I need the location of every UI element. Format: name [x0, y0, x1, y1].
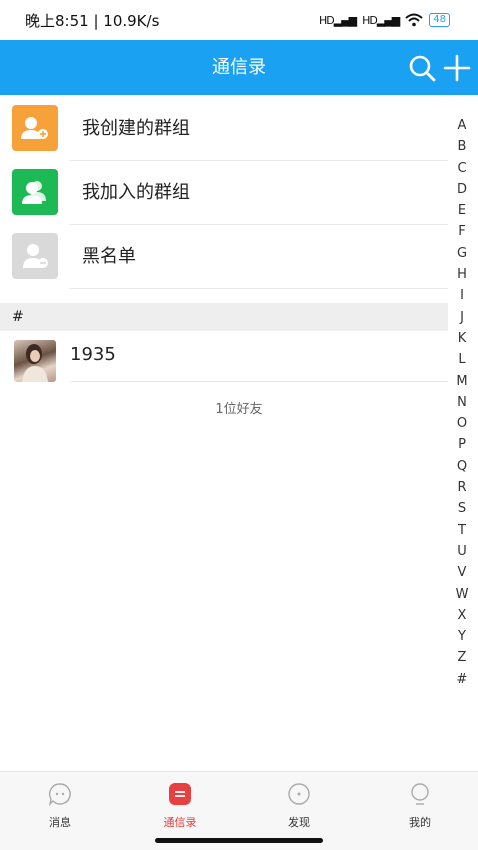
- status-icons: HD▂▄▆ HD▂▄▆ 48: [319, 13, 450, 27]
- index-letter[interactable]: A: [458, 118, 467, 134]
- tab-contacts[interactable]: 通信录: [140, 780, 220, 830]
- user-blocked-icon: [12, 233, 58, 279]
- contact-name: 1935: [70, 344, 116, 365]
- home-indicator: [155, 838, 323, 843]
- signal-icon: HD▂▄▆: [318, 13, 357, 27]
- my-created-groups-row[interactable]: 我创建的群组: [0, 97, 448, 161]
- index-letter[interactable]: W: [456, 587, 469, 603]
- status-bar: 晚上8:51 | 10.9K/s HD▂▄▆ HD▂▄▆ 48: [0, 0, 478, 40]
- search-icon[interactable]: [408, 54, 436, 82]
- index-letter[interactable]: N: [457, 395, 467, 411]
- index-letter[interactable]: Q: [457, 459, 467, 475]
- add-icon[interactable]: [443, 54, 471, 82]
- signal-icon-2: HD▂▄▆: [362, 13, 400, 27]
- tab-messages[interactable]: 消息: [20, 780, 100, 830]
- group-label: 我创建的群组: [82, 118, 190, 139]
- tab-label: 发现: [288, 816, 310, 829]
- app-header: 通信录: [0, 40, 478, 95]
- index-letter[interactable]: #: [457, 672, 468, 688]
- alphabet-index[interactable]: A B C D E F G H I J K L M N O P Q R S T U V W X Y Z #: [451, 118, 473, 688]
- discover-icon: [288, 783, 310, 805]
- friend-count: 1位好友: [215, 402, 263, 417]
- index-letter[interactable]: D: [457, 182, 467, 198]
- index-letter[interactable]: S: [458, 501, 466, 517]
- blacklist-row[interactable]: 黑名单: [0, 225, 448, 289]
- profile-icon: [411, 783, 429, 805]
- index-letter[interactable]: T: [458, 523, 466, 539]
- index-letter[interactable]: Y: [458, 629, 466, 645]
- chat-icon: [48, 783, 71, 806]
- tab-label: 消息: [49, 816, 71, 829]
- index-letter[interactable]: L: [458, 352, 465, 368]
- page-title: 通信录: [212, 57, 266, 78]
- battery-icon: 48: [429, 13, 450, 27]
- index-letter[interactable]: K: [458, 331, 467, 347]
- wifi-icon: [405, 13, 423, 27]
- tab-discover[interactable]: 发现: [259, 780, 339, 830]
- divider: [70, 381, 448, 382]
- contact-row[interactable]: 1935: [0, 332, 448, 382]
- index-letter[interactable]: X: [458, 608, 467, 624]
- index-letter[interactable]: C: [457, 161, 466, 177]
- contacts-icon: [169, 783, 191, 805]
- index-letter[interactable]: O: [457, 416, 467, 432]
- index-letter[interactable]: E: [458, 203, 466, 219]
- index-letter[interactable]: M: [456, 374, 467, 390]
- group-label: 黑名单: [82, 246, 136, 267]
- group-label: 我加入的群组: [82, 182, 190, 203]
- index-letter[interactable]: Z: [458, 650, 467, 666]
- group-add-icon: [12, 105, 58, 151]
- index-letter[interactable]: B: [458, 139, 467, 155]
- index-letter[interactable]: G: [457, 246, 467, 262]
- tab-label: 通信录: [163, 816, 197, 829]
- index-letter[interactable]: J: [460, 310, 464, 326]
- index-letter[interactable]: H: [457, 267, 467, 283]
- index-letter[interactable]: U: [457, 544, 467, 560]
- index-letter[interactable]: V: [458, 565, 467, 581]
- tab-profile[interactable]: 我的: [380, 780, 460, 830]
- index-letter[interactable]: I: [460, 288, 464, 304]
- section-header: #: [0, 303, 448, 331]
- index-letter[interactable]: F: [458, 224, 465, 240]
- tab-label: 我的: [409, 816, 431, 829]
- group-icon: [12, 169, 58, 215]
- index-letter[interactable]: R: [457, 480, 466, 496]
- status-time: 晚上8:51 | 10.9K/s: [25, 11, 160, 30]
- avatar: [14, 340, 56, 382]
- index-letter[interactable]: P: [458, 437, 466, 453]
- divider: [70, 288, 448, 289]
- my-joined-groups-row[interactable]: 我加入的群组: [0, 161, 448, 225]
